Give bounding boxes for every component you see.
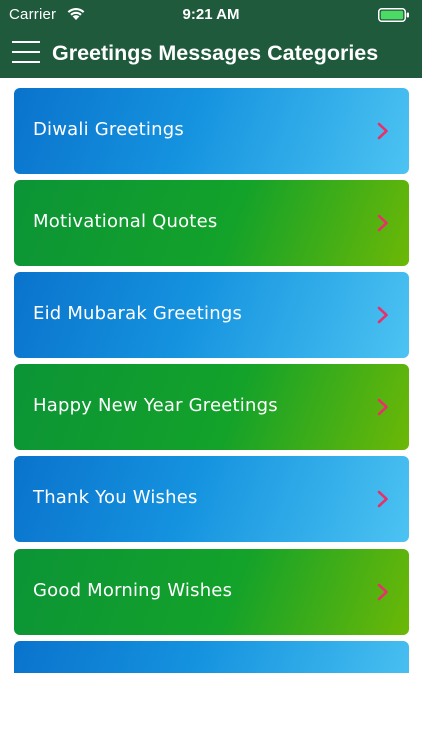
chevron-right-icon <box>377 583 389 601</box>
page-title: Greetings Messages Categories <box>52 41 379 65</box>
category-card-happy-new-year-greetings[interactable]: Happy New Year Greetings <box>14 364 409 450</box>
status-time: 9:21 AM <box>182 6 240 23</box>
chevron-right-icon <box>377 122 389 140</box>
category-label: Thank You Wishes <box>33 487 198 508</box>
status-bar: Carrier 9:21 AM <box>0 0 422 30</box>
category-label: Good Morning Wishes <box>33 580 233 601</box>
chevron-right-icon <box>377 306 389 324</box>
category-card-eid-mubarak-greetings[interactable]: Eid Mubarak Greetings <box>14 272 409 358</box>
category-label: Happy New Year Greetings <box>33 395 278 416</box>
hamburger-menu-icon[interactable] <box>12 40 40 66</box>
category-label: Diwali Greetings <box>33 119 184 140</box>
category-label: Motivational Quotes <box>33 211 218 232</box>
category-card-thank-you-wishes[interactable]: Thank You Wishes <box>14 456 409 542</box>
chevron-right-icon <box>377 490 389 508</box>
chevron-right-icon <box>377 398 389 416</box>
category-card-partial[interactable] <box>14 641 409 673</box>
category-card-diwali-greetings[interactable]: Diwali Greetings <box>14 88 409 174</box>
chevron-right-icon <box>377 214 389 232</box>
category-list[interactable]: Diwali Greetings Motivational Quotes Eid… <box>14 88 409 673</box>
battery-icon <box>378 8 410 22</box>
category-card-good-morning-wishes[interactable]: Good Morning Wishes <box>14 549 409 635</box>
navigation-bar: Greetings Messages Categories <box>0 30 422 78</box>
category-label: Eid Mubarak Greetings <box>33 303 243 324</box>
category-card-motivational-quotes[interactable]: Motivational Quotes <box>14 180 409 266</box>
